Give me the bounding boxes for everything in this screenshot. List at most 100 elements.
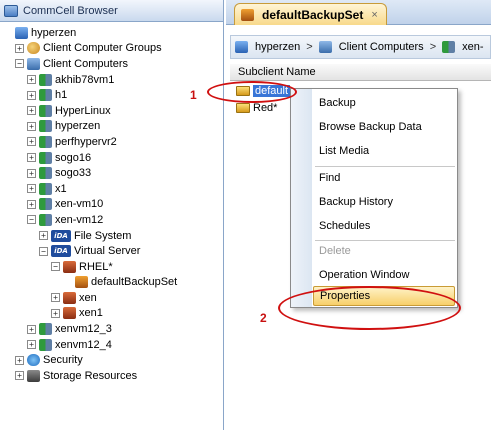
tree-item-xen[interactable]: + xen bbox=[0, 290, 223, 306]
expand-icon[interactable]: + bbox=[15, 355, 24, 365]
expand-icon[interactable]: + bbox=[27, 153, 36, 163]
client-computer-icon bbox=[39, 73, 52, 86]
tree-item-xen-vm10[interactable]: + xen-vm10 bbox=[0, 197, 223, 213]
tree-item-label: sogo16 bbox=[55, 151, 92, 164]
expand-icon[interactable]: + bbox=[27, 184, 36, 194]
callout-oval-step-2 bbox=[278, 286, 461, 330]
expand-icon[interactable]: + bbox=[27, 340, 36, 350]
tree-item-x1[interactable]: + x1 bbox=[0, 181, 223, 197]
client-computer-icon bbox=[39, 104, 52, 117]
tab-strip: defaultBackupSet × bbox=[226, 0, 491, 25]
tree-item-label: defaultBackupSet bbox=[91, 276, 178, 289]
collapse-icon[interactable]: − bbox=[15, 59, 24, 69]
client-computer-icon bbox=[442, 41, 456, 53]
tree-item-akhib78vm1[interactable]: + akhib78vm1 bbox=[0, 72, 223, 88]
client-group-icon bbox=[27, 42, 40, 55]
subclient-icon bbox=[236, 102, 250, 113]
menu-item-find[interactable]: Find bbox=[319, 168, 453, 188]
tree-item-hyperzen[interactable]: + hyperzen bbox=[0, 119, 223, 135]
subclient-context-menu: Backup Browse Backup Data List Media Fin… bbox=[290, 88, 458, 308]
tree-item-xen1[interactable]: + xen1 bbox=[0, 306, 223, 322]
expand-icon[interactable]: + bbox=[27, 90, 36, 100]
tree-item-label: xen1 bbox=[79, 307, 103, 320]
callout-number-step-1: 1 bbox=[190, 88, 197, 102]
tree-item-perfhypervr2[interactable]: + perfhypervr2 bbox=[0, 134, 223, 150]
tree-item-label: Security bbox=[43, 354, 83, 367]
menu-item-list-media[interactable]: List Media bbox=[319, 141, 453, 161]
breadcrumb-separator: > bbox=[306, 41, 313, 53]
expand-icon[interactable]: + bbox=[51, 308, 60, 318]
expand-icon[interactable]: + bbox=[15, 371, 24, 381]
instance-icon bbox=[63, 307, 76, 320]
client-computer-icon bbox=[39, 182, 52, 195]
tree-item-label: xenvm12_4 bbox=[55, 338, 112, 351]
tree-item-label: h1 bbox=[55, 89, 68, 102]
expand-icon[interactable]: + bbox=[27, 137, 36, 147]
menu-item-backup-history[interactable]: Backup History bbox=[319, 192, 453, 212]
tree-item-hyperzen[interactable]: hyperzen bbox=[0, 25, 223, 41]
collapse-icon[interactable]: − bbox=[39, 246, 48, 256]
tree-item-label: xenvm12_3 bbox=[55, 323, 112, 336]
column-header-label: Subclient Name bbox=[238, 66, 316, 78]
tree-item-sogo33[interactable]: + sogo33 bbox=[0, 165, 223, 181]
breadcrumb-item-client-computers[interactable]: Client Computers bbox=[339, 41, 424, 53]
menu-item-operation-window[interactable]: Operation Window bbox=[319, 265, 453, 285]
tree-item-virtual-server[interactable]: − iDA Virtual Server bbox=[0, 243, 223, 259]
breadcrumb-item-client[interactable]: xen- bbox=[462, 41, 483, 53]
collapse-icon[interactable]: − bbox=[51, 262, 60, 272]
tab-title: defaultBackupSet bbox=[262, 7, 364, 22]
expand-icon[interactable]: + bbox=[51, 293, 60, 303]
client-computer-icon bbox=[39, 120, 52, 133]
client-computer-icon bbox=[39, 151, 52, 164]
tree-item-file-system[interactable]: + iDA File System bbox=[0, 228, 223, 244]
commcell-icon bbox=[235, 41, 248, 53]
tree-item-label: xen bbox=[79, 291, 97, 304]
instance-icon bbox=[63, 260, 76, 273]
expand-icon[interactable]: + bbox=[27, 199, 36, 209]
tree-item-label: xen-vm12 bbox=[55, 213, 104, 226]
expand-icon[interactable]: + bbox=[39, 231, 48, 241]
breadcrumb-item-commcell[interactable]: hyperzen bbox=[255, 41, 300, 53]
menu-item-backup[interactable]: Backup bbox=[319, 93, 453, 113]
breadcrumb-separator: > bbox=[429, 41, 437, 53]
tree-item-hyperlinux[interactable]: + HyperLinux bbox=[0, 103, 223, 119]
expand-icon[interactable]: + bbox=[27, 121, 36, 131]
tree-item-label: Client Computers bbox=[43, 57, 128, 70]
tree-item-label: RHEL* bbox=[79, 260, 113, 273]
tree-item-xen-vm12[interactable]: − xen-vm12 bbox=[0, 212, 223, 228]
expand-icon[interactable]: + bbox=[27, 75, 36, 85]
commcell-tree: hyperzen + Client Computer Groups − Client C… bbox=[0, 22, 223, 384]
tree-item-storage-resources[interactable]: + Storage Resources bbox=[0, 368, 223, 384]
client-computers-icon bbox=[27, 57, 40, 70]
close-icon[interactable]: × bbox=[371, 9, 377, 21]
subclient-name-column-header[interactable]: Subclient Name bbox=[230, 64, 491, 81]
collapse-icon[interactable]: − bbox=[27, 215, 36, 225]
tree-item-xenvm12-4[interactable]: + xenvm12_4 bbox=[0, 337, 223, 353]
backupset-icon bbox=[75, 276, 88, 289]
ida-icon: iDA bbox=[51, 245, 71, 258]
tree-item-label: Client Computer Groups bbox=[43, 42, 162, 55]
tree-item-sogo16[interactable]: + sogo16 bbox=[0, 150, 223, 166]
tree-item-rhel[interactable]: − RHEL* bbox=[0, 259, 223, 275]
menu-item-browse-backup-data[interactable]: Browse Backup Data bbox=[319, 117, 453, 137]
commcell-browser-pane: CommCell Browser hyperzen + Client Compute… bbox=[0, 0, 224, 430]
tab-defaultbackupset[interactable]: defaultBackupSet × bbox=[234, 3, 387, 25]
callout-number-step-2: 2 bbox=[260, 311, 267, 325]
client-computer-icon bbox=[39, 323, 52, 336]
tree-item-xenvm12-3[interactable]: + xenvm12_3 bbox=[0, 321, 223, 337]
tree-item-defaultbackupset[interactable]: defaultBackupSet bbox=[0, 275, 223, 291]
tree-item-label: akhib78vm1 bbox=[55, 73, 115, 86]
tree-item-security[interactable]: + Security bbox=[0, 352, 223, 368]
client-computer-icon bbox=[39, 338, 52, 351]
expand-icon[interactable]: + bbox=[27, 324, 36, 334]
menu-item-schedules[interactable]: Schedules bbox=[319, 216, 453, 236]
expand-icon[interactable]: + bbox=[27, 168, 36, 178]
tree-item-client-computer-groups[interactable]: + Client Computer Groups bbox=[0, 41, 223, 57]
commcell-browser-title: CommCell Browser bbox=[23, 4, 118, 17]
expand-icon[interactable]: + bbox=[15, 43, 24, 53]
menu-item-delete: Delete bbox=[319, 245, 351, 257]
client-computer-icon bbox=[39, 213, 52, 226]
expand-icon[interactable]: + bbox=[27, 106, 36, 116]
tree-item-label: hyperzen bbox=[55, 120, 101, 133]
tree-item-client-computers[interactable]: − Client Computers bbox=[0, 56, 223, 72]
